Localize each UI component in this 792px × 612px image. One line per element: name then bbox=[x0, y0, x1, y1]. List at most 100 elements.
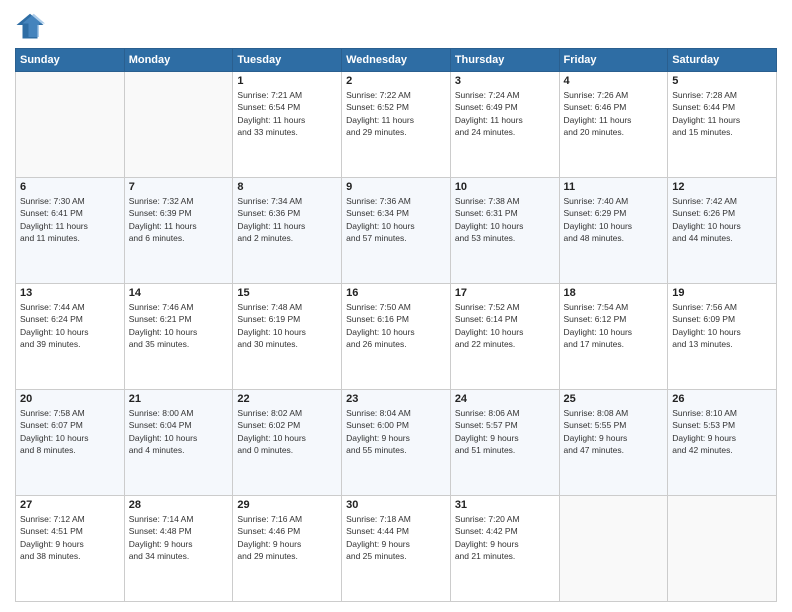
day-cell: 11 Sunrise: 7:40 AM Sunset: 6:29 PM Dayli… bbox=[559, 178, 668, 284]
day-number: 26 bbox=[672, 393, 772, 405]
week-row-4: 27 Sunrise: 7:12 AM Sunset: 4:51 PM Dayli… bbox=[16, 496, 777, 602]
day-number: 30 bbox=[346, 499, 446, 511]
day-number: 23 bbox=[346, 393, 446, 405]
day-number: 31 bbox=[455, 499, 555, 511]
day-cell: 18 Sunrise: 7:54 AM Sunset: 6:12 PM Dayli… bbox=[559, 284, 668, 390]
day-number: 24 bbox=[455, 393, 555, 405]
page: SundayMondayTuesdayWednesdayThursdayFrid… bbox=[0, 0, 792, 612]
day-info: Sunrise: 7:22 AM Sunset: 6:52 PM Dayligh… bbox=[346, 89, 446, 138]
day-info: Sunrise: 7:16 AM Sunset: 4:46 PM Dayligh… bbox=[237, 513, 337, 562]
day-number: 27 bbox=[20, 499, 120, 511]
day-info: Sunrise: 7:12 AM Sunset: 4:51 PM Dayligh… bbox=[20, 513, 120, 562]
day-info: Sunrise: 7:46 AM Sunset: 6:21 PM Dayligh… bbox=[129, 301, 229, 350]
day-number: 15 bbox=[237, 287, 337, 299]
day-info: Sunrise: 8:06 AM Sunset: 5:57 PM Dayligh… bbox=[455, 407, 555, 456]
week-row-2: 13 Sunrise: 7:44 AM Sunset: 6:24 PM Dayli… bbox=[16, 284, 777, 390]
day-info: Sunrise: 7:20 AM Sunset: 4:42 PM Dayligh… bbox=[455, 513, 555, 562]
day-info: Sunrise: 7:24 AM Sunset: 6:49 PM Dayligh… bbox=[455, 89, 555, 138]
day-number: 22 bbox=[237, 393, 337, 405]
day-cell: 3 Sunrise: 7:24 AM Sunset: 6:49 PM Daylig… bbox=[450, 72, 559, 178]
day-cell: 15 Sunrise: 7:48 AM Sunset: 6:19 PM Dayli… bbox=[233, 284, 342, 390]
day-cell: 23Sunrise: 8:04 AM Sunset: 6:00 PM Dayli… bbox=[342, 390, 451, 496]
day-number: 13 bbox=[20, 287, 120, 299]
day-info: Sunrise: 8:02 AM Sunset: 6:02 PM Dayligh… bbox=[237, 407, 337, 456]
day-number: 8 bbox=[237, 181, 337, 193]
day-cell: 8 Sunrise: 7:34 AM Sunset: 6:36 PM Daylig… bbox=[233, 178, 342, 284]
day-number: 16 bbox=[346, 287, 446, 299]
day-info: Sunrise: 7:56 AM Sunset: 6:09 PM Dayligh… bbox=[672, 301, 772, 350]
day-header-wednesday: Wednesday bbox=[342, 49, 451, 72]
day-number: 28 bbox=[129, 499, 229, 511]
day-info: Sunrise: 8:10 AM Sunset: 5:53 PM Dayligh… bbox=[672, 407, 772, 456]
day-number: 7 bbox=[129, 181, 229, 193]
day-header-sunday: Sunday bbox=[16, 49, 125, 72]
day-info: Sunrise: 7:28 AM Sunset: 6:44 PM Dayligh… bbox=[672, 89, 772, 138]
day-cell: 14 Sunrise: 7:46 AM Sunset: 6:21 PM Dayli… bbox=[124, 284, 233, 390]
logo bbox=[15, 10, 47, 40]
day-number: 25 bbox=[564, 393, 664, 405]
day-cell: 21 Sunrise: 8:00 AM Sunset: 6:04 PM Dayli… bbox=[124, 390, 233, 496]
day-info: Sunrise: 7:40 AM Sunset: 6:29 PM Dayligh… bbox=[564, 195, 664, 244]
day-cell: 31 Sunrise: 7:20 AM Sunset: 4:42 PM Dayli… bbox=[450, 496, 559, 602]
day-number: 18 bbox=[564, 287, 664, 299]
calendar-table: SundayMondayTuesdayWednesdayThursdayFrid… bbox=[15, 48, 777, 602]
day-info: Sunrise: 7:36 AM Sunset: 6:34 PM Dayligh… bbox=[346, 195, 446, 244]
day-cell: 5 Sunrise: 7:28 AM Sunset: 6:44 PM Daylig… bbox=[668, 72, 777, 178]
day-number: 29 bbox=[237, 499, 337, 511]
day-info: Sunrise: 7:14 AM Sunset: 4:48 PM Dayligh… bbox=[129, 513, 229, 562]
day-info: Sunrise: 7:58 AM Sunset: 6:07 PM Dayligh… bbox=[20, 407, 120, 456]
day-cell: 26 Sunrise: 8:10 AM Sunset: 5:53 PM Dayli… bbox=[668, 390, 777, 496]
day-number: 6 bbox=[20, 181, 120, 193]
day-cell: 2Sunrise: 7:22 AM Sunset: 6:52 PM Daylig… bbox=[342, 72, 451, 178]
day-header-friday: Friday bbox=[559, 49, 668, 72]
day-info: Sunrise: 7:26 AM Sunset: 6:46 PM Dayligh… bbox=[564, 89, 664, 138]
day-number: 3 bbox=[455, 75, 555, 87]
header-row: SundayMondayTuesdayWednesdayThursdayFrid… bbox=[16, 49, 777, 72]
day-number: 10 bbox=[455, 181, 555, 193]
day-info: Sunrise: 8:00 AM Sunset: 6:04 PM Dayligh… bbox=[129, 407, 229, 456]
day-info: Sunrise: 7:30 AM Sunset: 6:41 PM Dayligh… bbox=[20, 195, 120, 244]
day-info: Sunrise: 8:08 AM Sunset: 5:55 PM Dayligh… bbox=[564, 407, 664, 456]
day-cell: 9 Sunrise: 7:36 AM Sunset: 6:34 PM Daylig… bbox=[342, 178, 451, 284]
day-number: 17 bbox=[455, 287, 555, 299]
day-cell: 28 Sunrise: 7:14 AM Sunset: 4:48 PM Dayli… bbox=[124, 496, 233, 602]
day-cell: 25 Sunrise: 8:08 AM Sunset: 5:55 PM Dayli… bbox=[559, 390, 668, 496]
day-cell: 22 Sunrise: 8:02 AM Sunset: 6:02 PM Dayli… bbox=[233, 390, 342, 496]
day-cell: 20Sunrise: 7:58 AM Sunset: 6:07 PM Dayli… bbox=[16, 390, 125, 496]
day-number: 19 bbox=[672, 287, 772, 299]
day-info: Sunrise: 7:38 AM Sunset: 6:31 PM Dayligh… bbox=[455, 195, 555, 244]
day-cell: 6 Sunrise: 7:30 AM Sunset: 6:41 PM Daylig… bbox=[16, 178, 125, 284]
week-row-0: 1Sunrise: 7:21 AM Sunset: 6:54 PM Daylig… bbox=[16, 72, 777, 178]
day-cell: 7 Sunrise: 7:32 AM Sunset: 6:39 PM Daylig… bbox=[124, 178, 233, 284]
day-cell: 16 Sunrise: 7:50 AM Sunset: 6:16 PM Dayli… bbox=[342, 284, 451, 390]
day-info: Sunrise: 7:54 AM Sunset: 6:12 PM Dayligh… bbox=[564, 301, 664, 350]
day-header-saturday: Saturday bbox=[668, 49, 777, 72]
day-info: Sunrise: 7:44 AM Sunset: 6:24 PM Dayligh… bbox=[20, 301, 120, 350]
day-header-thursday: Thursday bbox=[450, 49, 559, 72]
day-info: Sunrise: 7:18 AM Sunset: 4:44 PM Dayligh… bbox=[346, 513, 446, 562]
day-info: Sunrise: 7:34 AM Sunset: 6:36 PM Dayligh… bbox=[237, 195, 337, 244]
day-header-tuesday: Tuesday bbox=[233, 49, 342, 72]
day-cell: 30 Sunrise: 7:18 AM Sunset: 4:44 PM Dayli… bbox=[342, 496, 451, 602]
day-cell: 13 Sunrise: 7:44 AM Sunset: 6:24 PM Dayli… bbox=[16, 284, 125, 390]
day-number: 12 bbox=[672, 181, 772, 193]
day-number: 9 bbox=[346, 181, 446, 193]
day-cell bbox=[16, 72, 125, 178]
day-cell bbox=[559, 496, 668, 602]
day-info: Sunrise: 7:48 AM Sunset: 6:19 PM Dayligh… bbox=[237, 301, 337, 350]
day-number: 11 bbox=[564, 181, 664, 193]
header bbox=[15, 10, 777, 40]
day-number: 4 bbox=[564, 75, 664, 87]
logo-icon bbox=[15, 10, 45, 40]
day-info: Sunrise: 7:50 AM Sunset: 6:16 PM Dayligh… bbox=[346, 301, 446, 350]
day-number: 5 bbox=[672, 75, 772, 87]
day-cell: 27 Sunrise: 7:12 AM Sunset: 4:51 PM Dayli… bbox=[16, 496, 125, 602]
day-cell: 4 Sunrise: 7:26 AM Sunset: 6:46 PM Daylig… bbox=[559, 72, 668, 178]
day-number: 1 bbox=[237, 75, 337, 87]
day-info: Sunrise: 7:32 AM Sunset: 6:39 PM Dayligh… bbox=[129, 195, 229, 244]
day-cell: 29 Sunrise: 7:16 AM Sunset: 4:46 PM Dayli… bbox=[233, 496, 342, 602]
day-cell: 19 Sunrise: 7:56 AM Sunset: 6:09 PM Dayli… bbox=[668, 284, 777, 390]
day-number: 21 bbox=[129, 393, 229, 405]
day-header-monday: Monday bbox=[124, 49, 233, 72]
day-number: 14 bbox=[129, 287, 229, 299]
